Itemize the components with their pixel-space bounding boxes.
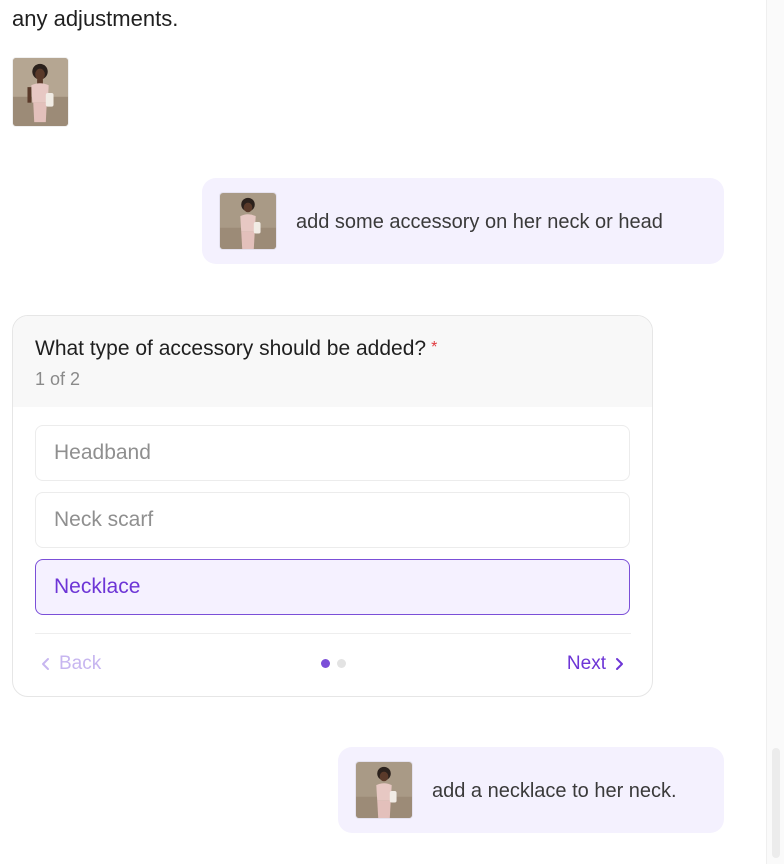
- step-dot: [337, 659, 346, 668]
- step-dot-current: [321, 659, 330, 668]
- question-progress: 1 of 2: [35, 369, 81, 389]
- user-message: add a necklace to her neck.: [338, 747, 724, 833]
- scrollbar-thumb[interactable]: [772, 748, 780, 858]
- portrait-image: [220, 193, 276, 249]
- assistant-image-thumbnail[interactable]: [12, 57, 69, 127]
- next-button-label: Next: [566, 653, 606, 674]
- question-title-text: What type of accessory should be added?: [35, 337, 427, 360]
- assistant-message-text: any adjustments.: [12, 6, 179, 31]
- option-necklace[interactable]: Necklace: [35, 559, 630, 615]
- required-marker: *: [431, 339, 438, 356]
- portrait-image: [13, 58, 68, 126]
- portrait-image: [356, 762, 412, 818]
- divider: [35, 633, 631, 634]
- step-indicator: [321, 659, 346, 668]
- scrollbar-track[interactable]: [766, 0, 784, 864]
- option-headband[interactable]: Headband: [35, 425, 630, 481]
- back-button[interactable]: Back: [37, 651, 101, 677]
- user-message-image-thumbnail[interactable]: [355, 761, 413, 819]
- question-header: What type of accessory should be added? *…: [13, 316, 652, 407]
- next-button[interactable]: Next: [567, 651, 628, 677]
- clarifying-question-card: What type of accessory should be added? *…: [12, 315, 653, 697]
- user-message: add some accessory on her neck or head: [202, 178, 724, 264]
- back-button-label: Back: [59, 653, 102, 674]
- option-neck-scarf[interactable]: Neck scarf: [35, 492, 630, 548]
- user-message-text: add a necklace to her neck.: [432, 780, 677, 802]
- user-message-image-thumbnail[interactable]: [219, 192, 277, 250]
- chat-panel: any adjustments. add some accessory on h…: [0, 0, 766, 864]
- chevron-right-icon: [616, 658, 623, 670]
- chevron-left-icon: [42, 658, 49, 670]
- question-title: What type of accessory should be added? *: [35, 335, 437, 365]
- user-message-text: add some accessory on her neck or head: [296, 211, 663, 233]
